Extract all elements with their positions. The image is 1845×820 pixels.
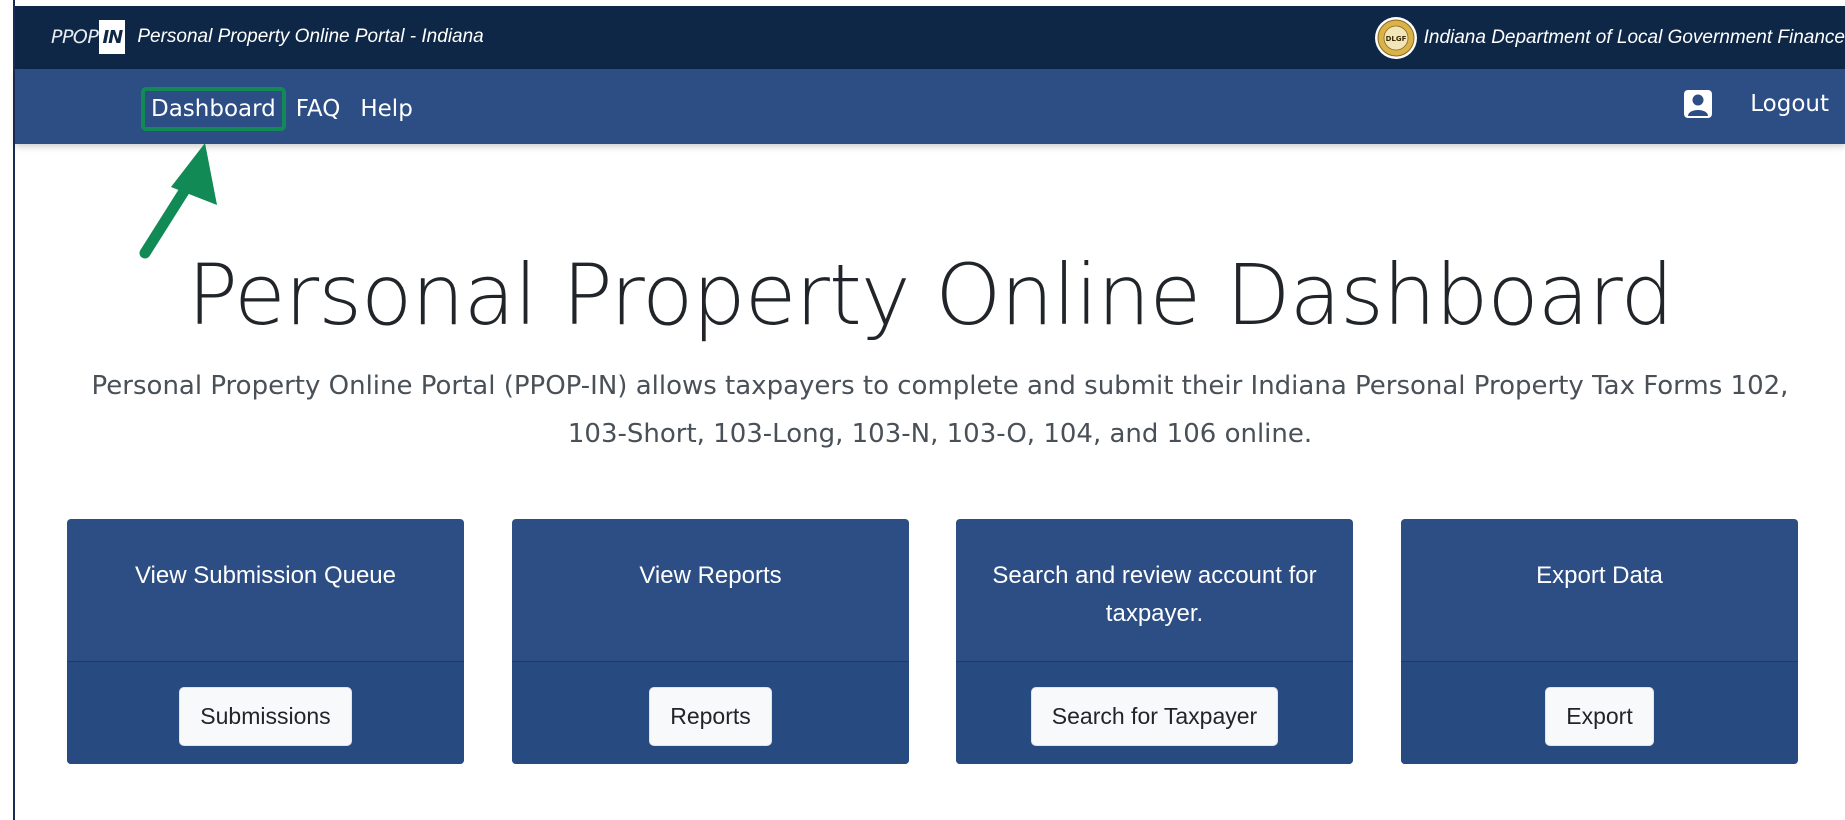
card-search-taxpayer: Search and review account for taxpayer. … xyxy=(956,519,1353,764)
card-export-data: Export Data Export xyxy=(1401,519,1798,764)
ppop-logo: PPOP IN xyxy=(51,16,126,58)
card-header: View Reports xyxy=(512,519,909,662)
card-header: Search and review account for taxpayer. xyxy=(956,519,1353,662)
nav-links: Dashboard FAQ Help xyxy=(141,87,423,131)
card-reports: View Reports Reports xyxy=(512,519,909,764)
agency-name: Indiana Department of Local Government F… xyxy=(1423,27,1845,48)
window-left-margin xyxy=(0,0,13,820)
card-footer: Search for Taxpayer xyxy=(956,662,1353,764)
top-header: PPOP IN Personal Property Online Portal … xyxy=(15,6,1845,69)
reports-button[interactable]: Reports xyxy=(649,686,772,746)
card-footer: Submissions xyxy=(67,662,464,764)
brand[interactable]: PPOP IN Personal Property Online Portal … xyxy=(51,16,484,58)
nav-right: Logout xyxy=(1682,87,1835,121)
page: PPOP IN Personal Property Online Portal … xyxy=(0,0,1845,820)
nav-dashboard[interactable]: Dashboard xyxy=(141,87,286,131)
card-submission-queue: View Submission Queue Submissions xyxy=(67,519,464,764)
nav-faq[interactable]: FAQ xyxy=(286,90,351,128)
logout-link[interactable]: Logout xyxy=(1744,87,1835,121)
submissions-button[interactable]: Submissions xyxy=(179,686,352,746)
card-title: View Submission Queue xyxy=(134,562,397,589)
nav-bar: Dashboard FAQ Help Logout xyxy=(15,69,1845,144)
export-button[interactable]: Export xyxy=(1545,686,1654,746)
card-title: Export Data xyxy=(1536,562,1663,589)
dlgf-seal-icon: DLGF xyxy=(1374,17,1417,59)
nav-help[interactable]: Help xyxy=(350,90,422,128)
logo-box-text: IN xyxy=(102,27,123,48)
logo-box: IN xyxy=(99,20,126,54)
seal-text: DLGF xyxy=(1385,35,1406,43)
card-footer: Export xyxy=(1401,662,1798,764)
search-for-taxpayer-button[interactable]: Search for Taxpayer xyxy=(1030,686,1279,746)
page-description: Personal Property Online Portal (PPOP-IN… xyxy=(91,371,1789,449)
card-title: Search and review account for taxpayer. xyxy=(992,562,1317,627)
card-footer: Reports xyxy=(512,662,909,764)
user-icon[interactable] xyxy=(1682,88,1714,120)
agency: DLGF Indiana Department of Local Governm… xyxy=(1374,16,1845,60)
page-title: Personal Property Online Dashboard xyxy=(187,246,1673,344)
card-title: View Reports xyxy=(639,562,782,589)
action-cards: View Submission Queue Submissions View R… xyxy=(67,519,1798,764)
card-header: View Submission Queue xyxy=(67,519,464,662)
card-header: Export Data xyxy=(1401,519,1798,662)
site-title: Personal Property Online Portal - Indian… xyxy=(137,26,484,47)
logo-text: PPOP xyxy=(51,26,99,48)
